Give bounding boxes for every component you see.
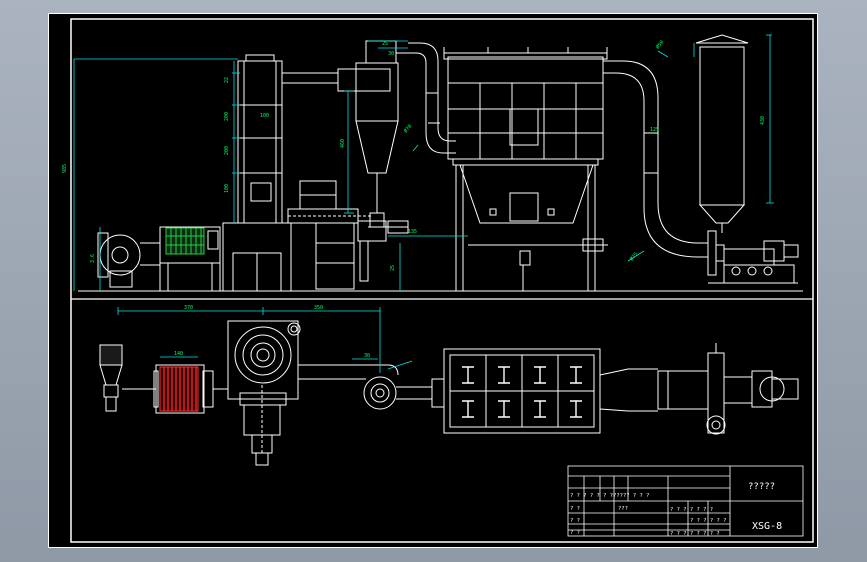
fan-plan [599,343,799,435]
inner-border [70,18,814,543]
title-block-text: ? ? ? ? ? ? ?????? ? ? ? ? ? ??? ? ? ? ?… [570,482,782,537]
screw-feeder [287,180,387,290]
plan-view [99,320,799,466]
heater-elevation [159,226,221,292]
dim-heater-w: 140 [174,351,183,357]
dim-plan-w1: 370 [184,305,193,311]
dryer-plan [227,320,366,466]
tb-drawing-code: XSG-8 [752,521,782,532]
dim-base: 25 [390,265,396,271]
elevation-view [78,34,803,292]
tb-row3-b: ? ? ? ? ? ? ? ? [670,531,720,537]
dryer-tower [222,54,338,292]
dim-small-1: 25 [382,41,388,47]
dim-tower-4: 100 [224,184,230,193]
cad-drawing: 985 22 200 200 100 460 100 430 Ø70 Ø50 Ø… [48,13,818,548]
plan-dim-text: 370 350 140 30 [174,305,370,359]
dim-cyclone-h: 460 [340,139,346,148]
tb-row2-left: ? ? [570,506,580,512]
tb-row4-left: ? ? [570,530,580,536]
dim-cyc-w: 30 [364,353,370,359]
tb-row2-mid: ??? [618,506,628,512]
dim-stack: 430 [760,116,766,125]
dim-duct-diag1: Ø70 [402,123,413,134]
cyclone-plan [363,364,445,410]
blower-elevation [97,232,160,288]
tb-drawing-name: ????? [748,482,775,492]
dim-bend: 125 [650,127,659,133]
dim-duct: 100 [260,113,269,119]
dim-feed: 135 [408,229,417,235]
dim-pipe-diag: Ø75 [628,251,639,262]
drawing-sheet: 985 22 200 200 100 460 100 430 Ø70 Ø50 Ø… [48,13,818,548]
dim-duct-diag2: Ø50 [654,39,665,50]
exhaust-duct [603,60,708,258]
tb-row3-left: ? ? [570,518,580,524]
cyclone-elevation [337,40,409,234]
dim-plan-w2: 350 [314,305,323,311]
dim-tower-3: 200 [224,146,230,155]
tb-header-row: ? ? ? ? ? ? ?????? ? ? ? [570,493,649,499]
feed-hopper-plan [99,344,156,412]
tb-row3-scale: ? ? ? ? ? ? ? [670,507,713,513]
fan-motor-elevation [707,230,799,284]
heater-plan [153,364,228,414]
bag-filter-elevation [443,47,608,291]
dim-height-main: 985 [62,164,68,173]
tb-row4-right: ? ? ? ? ? ? [690,518,726,524]
plan-dimensions [117,307,413,373]
bag-filter-plan [443,348,601,434]
dim-tower-2: 200 [224,112,230,121]
dim-small-2: 30 [388,51,394,57]
dim-bag: 3.6 [90,254,96,263]
dim-tower-1: 22 [224,77,230,83]
exhaust-stack [695,34,749,233]
outer-border [48,13,818,548]
